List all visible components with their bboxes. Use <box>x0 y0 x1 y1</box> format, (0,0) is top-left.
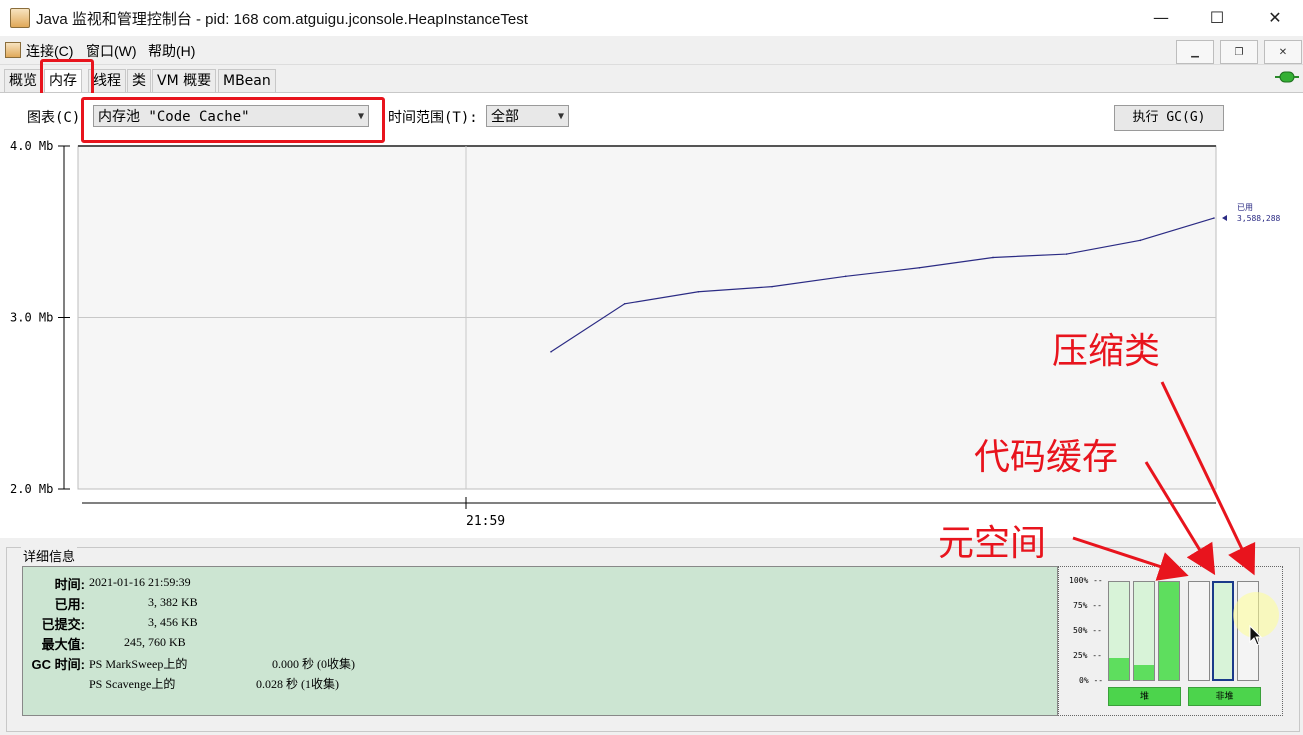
annotation-metaspace: 元空间 <box>938 523 1047 564</box>
annotation-code-cache: 代码缓存 <box>974 437 1119 478</box>
arrow-code-cache <box>1144 461 1216 576</box>
arrow-metaspace <box>1072 536 1189 581</box>
arrow-compressed-class <box>1160 381 1256 576</box>
annotation-compressed-class: 压缩类 <box>1052 331 1161 372</box>
